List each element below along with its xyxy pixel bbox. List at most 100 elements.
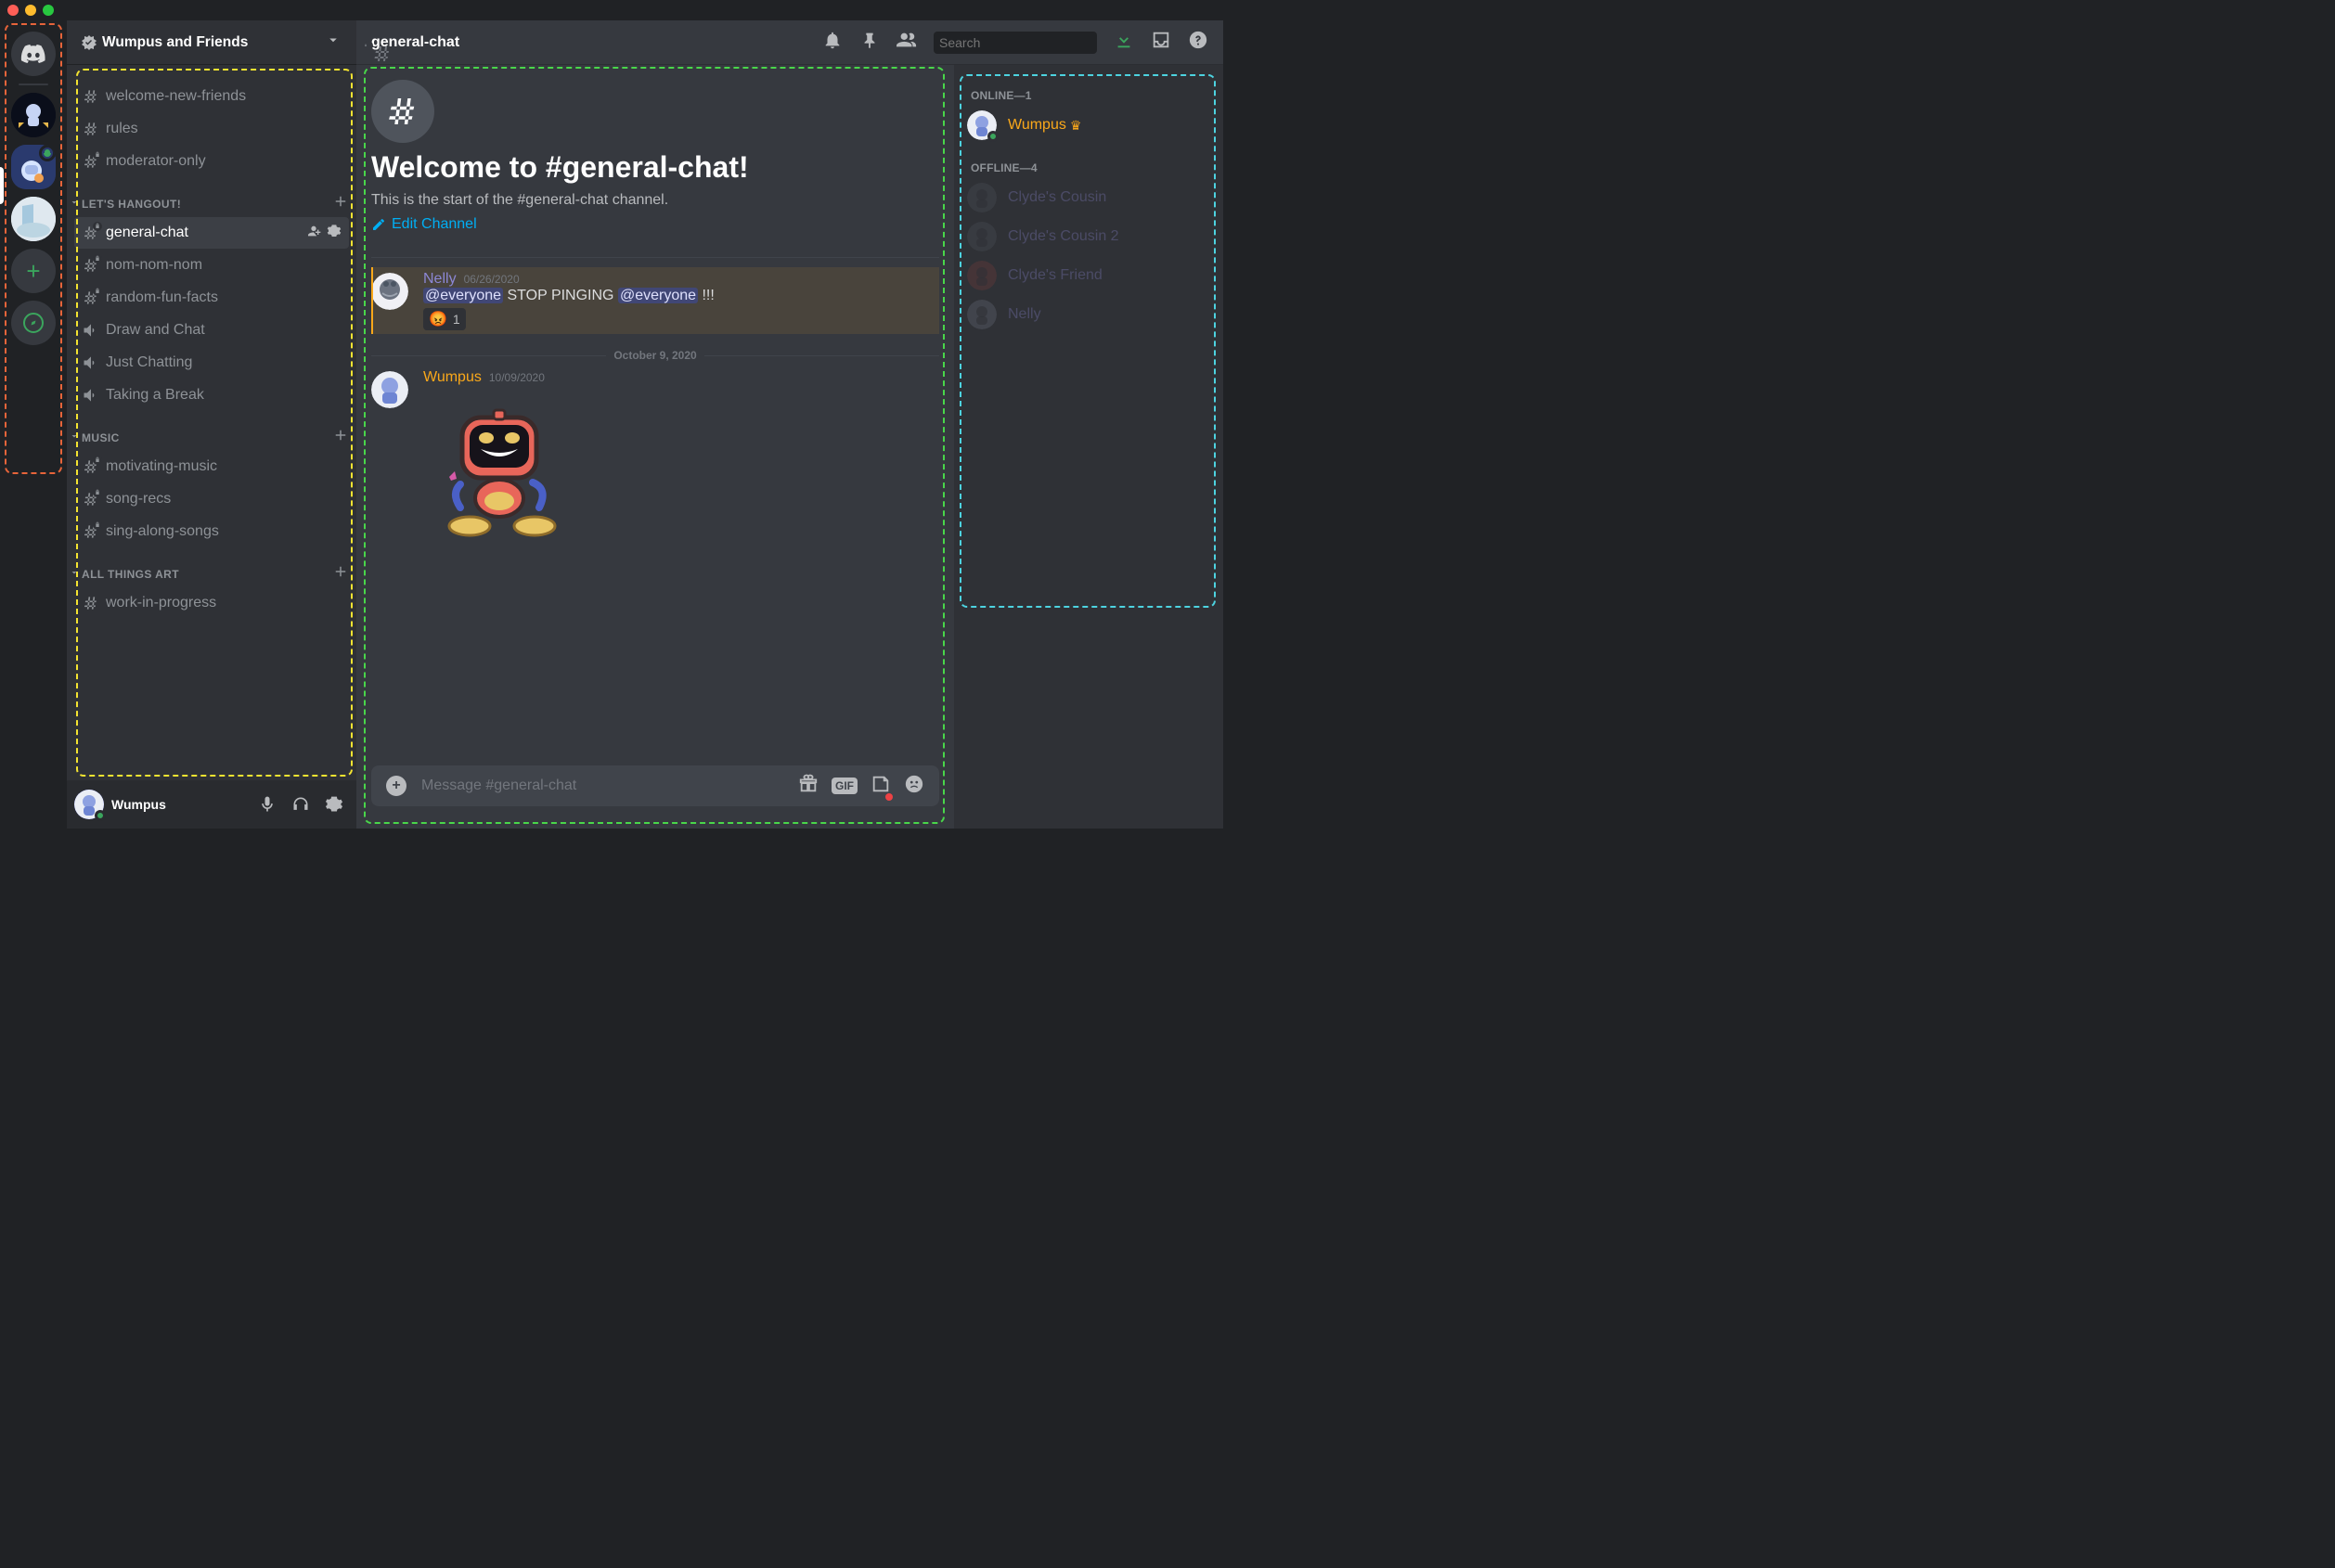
hash-icon (82, 522, 100, 541)
channel-item[interactable]: welcome-new-friends (74, 81, 349, 112)
message-avatar[interactable] (371, 273, 408, 310)
pinned-button[interactable] (859, 30, 880, 55)
message[interactable]: Wumpus 10/09/2020 (371, 366, 939, 548)
compose-input[interactable]: Message #general-chat (421, 778, 798, 794)
help-button[interactable] (1188, 30, 1208, 55)
channel-item[interactable]: song-recs (74, 483, 349, 515)
speaker-icon (82, 321, 100, 340)
channel-item[interactable]: motivating-music (74, 451, 349, 482)
channel-item[interactable]: work-in-progress (74, 587, 349, 619)
invite-button[interactable] (308, 224, 323, 243)
channel-name: work-in-progress (106, 595, 342, 611)
channel-name: motivating-music (106, 458, 342, 475)
message-author[interactable]: Wumpus (423, 369, 482, 386)
server-header[interactable]: Wumpus and Friends (67, 20, 356, 65)
message-avatar[interactable] (371, 371, 408, 408)
main-pane: general-chat (356, 20, 1223, 829)
channel-item[interactable]: moderator-only (74, 146, 349, 177)
member-item[interactable]: Wumpus ♛ (960, 106, 1218, 145)
user-settings-button[interactable] (319, 790, 349, 819)
mention[interactable]: @everyone (423, 288, 503, 303)
rage-emoji-icon: 😡 (429, 310, 447, 328)
member-avatar (967, 183, 997, 212)
download-icon (1114, 30, 1134, 50)
edit-channel-link[interactable]: Edit Channel (371, 216, 939, 233)
add-channel-button[interactable] (332, 427, 349, 448)
channel-name: general-chat (106, 225, 308, 241)
message[interactable]: Nelly 06/26/2020 @everyone STOP PINGING … (371, 267, 939, 334)
channel-settings-button[interactable] (327, 224, 342, 243)
channel-item[interactable]: Taking a Break (74, 379, 349, 411)
reaction[interactable]: 😡 1 (423, 308, 466, 330)
chat-messages: Welcome to #general-chat! This is the st… (356, 65, 954, 829)
message-author[interactable]: Nelly (423, 271, 457, 288)
maximize-window-button[interactable] (43, 5, 54, 16)
server-icon-selected[interactable] (11, 145, 56, 189)
gif-button[interactable]: GIF (832, 778, 858, 794)
channel-item[interactable]: random-fun-facts (74, 282, 349, 314)
member-name: Clyde's Cousin 2 (1008, 228, 1119, 245)
server-icon[interactable] (11, 93, 56, 137)
member-category: OFFLINE—4 (960, 145, 1218, 178)
welcome-subtitle: This is the start of the #general-chat c… (371, 192, 939, 209)
add-channel-button[interactable] (332, 193, 349, 214)
deafen-button[interactable] (286, 790, 316, 819)
attach-button[interactable]: + (386, 776, 406, 796)
member-item[interactable]: Clyde's Friend (960, 256, 1218, 295)
channel-name: rules (106, 121, 342, 137)
gift-button[interactable] (798, 774, 819, 799)
bell-icon (822, 30, 843, 50)
channel-item[interactable]: nom-nom-nom (74, 250, 349, 281)
member-item[interactable]: Nelly (960, 295, 1218, 334)
minimize-window-button[interactable] (25, 5, 36, 16)
channel-name: Draw and Chat (106, 322, 342, 339)
channels-scroll[interactable]: welcome-new-friends rules moderator-only… (67, 65, 356, 780)
member-item[interactable]: Clyde's Cousin (960, 178, 1218, 217)
home-button[interactable] (11, 32, 56, 76)
search-input[interactable] (939, 35, 1107, 50)
member-avatar (967, 300, 997, 329)
explore-servers-button[interactable] (11, 301, 56, 345)
channel-item[interactable]: sing-along-songs (74, 516, 349, 547)
plus-icon: + (26, 257, 40, 286)
mute-button[interactable] (252, 790, 282, 819)
status-online-icon (987, 131, 999, 142)
mention[interactable]: @everyone (618, 288, 698, 303)
message-date: 06/26/2020 (464, 273, 520, 286)
selected-server-indicator (0, 167, 4, 204)
channel-item[interactable]: rules (74, 113, 349, 145)
emoji-button[interactable] (904, 774, 924, 799)
server-icon[interactable] (11, 197, 56, 241)
search-box[interactable] (934, 32, 1097, 54)
discord-logo-icon (20, 45, 46, 63)
channel-item[interactable]: general-chat (74, 217, 349, 249)
channel-sidebar: Wumpus and Friends welcome-new-friends r… (67, 20, 356, 829)
category-item[interactable]: MUSIC (67, 412, 356, 450)
sticker-image (423, 392, 572, 540)
member-list-toggle[interactable] (897, 30, 917, 55)
category-item[interactable]: LET'S HANGOUT! (67, 178, 356, 216)
member-item[interactable]: Clyde's Cousin 2 (960, 217, 1218, 256)
help-icon (1188, 30, 1208, 50)
channel-item[interactable]: Draw and Chat (74, 315, 349, 346)
headphones-icon (291, 795, 310, 814)
member-list: ONLINE—1 Wumpus ♛ OFFLINE—4 Clyde's Cous… (954, 65, 1223, 829)
server-avatar-image (11, 197, 56, 241)
hash-icon (82, 490, 100, 508)
user-avatar[interactable] (74, 790, 104, 819)
sticker-button[interactable] (871, 774, 891, 799)
channel-item[interactable]: Just Chatting (74, 347, 349, 379)
category-item[interactable]: ALL THINGS ART (67, 548, 356, 586)
channel-name: Just Chatting (106, 354, 342, 371)
welcome-hash-icon (371, 80, 434, 143)
notifications-button[interactable] (822, 30, 843, 55)
add-channel-button[interactable] (332, 563, 349, 585)
member-category: ONLINE—1 (960, 72, 1218, 106)
download-button[interactable] (1114, 30, 1134, 55)
member-name: Clyde's Cousin (1008, 189, 1106, 206)
close-window-button[interactable] (7, 5, 19, 16)
add-server-button[interactable]: + (11, 249, 56, 293)
welcome-title: Welcome to #general-chat! (371, 150, 939, 185)
hash-icon (82, 289, 100, 307)
inbox-button[interactable] (1151, 30, 1171, 55)
